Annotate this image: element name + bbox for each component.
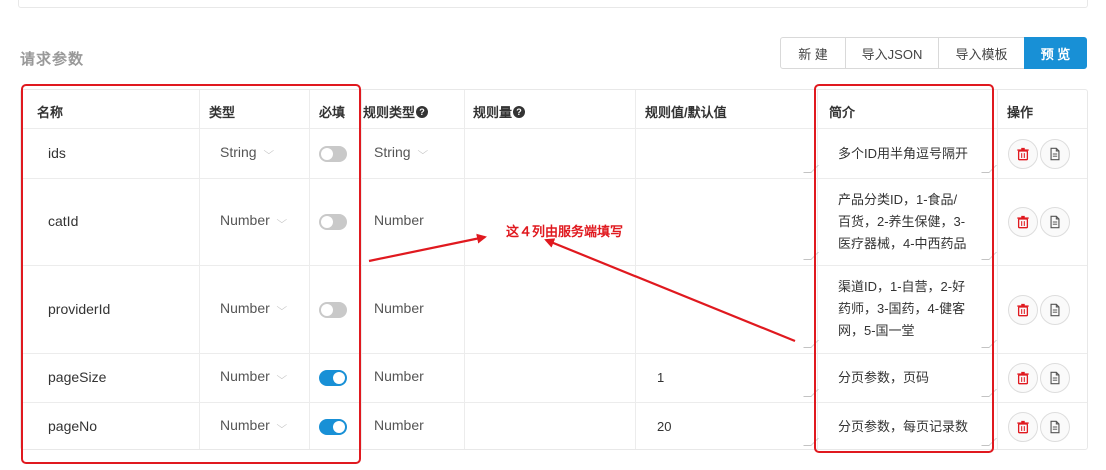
- type-select[interactable]: Number ⌵: [220, 212, 287, 228]
- section-title: 请求参数: [20, 51, 85, 68]
- type-select[interactable]: Number ⌵: [220, 417, 287, 433]
- desc-textarea[interactable]: 分页参数，页码: [838, 367, 994, 403]
- upper-panel-edge: [18, 0, 1088, 8]
- rule-type-value: Number: [374, 299, 424, 316]
- rule-amount-input[interactable]: [477, 407, 627, 447]
- required-toggle[interactable]: [319, 301, 347, 318]
- import-json-button[interactable]: 导入JSON: [845, 37, 939, 69]
- rule-value-input[interactable]: [657, 143, 817, 165]
- copy-button[interactable]: [1040, 363, 1070, 393]
- header-actions: 操作: [1007, 105, 1034, 120]
- header-required: 必填: [319, 105, 346, 120]
- new-button[interactable]: 新 建: [780, 37, 846, 69]
- import-template-button[interactable]: 导入模板: [938, 37, 1025, 69]
- rule-value-input[interactable]: [657, 299, 817, 321]
- trash-icon: [1016, 215, 1030, 229]
- rule-type-select[interactable]: Number: [374, 417, 424, 433]
- chevron-down-icon: ⌵: [276, 419, 287, 431]
- rule-amount-input[interactable]: [477, 270, 627, 349]
- trash-icon: [1016, 420, 1030, 434]
- trash-icon: [1016, 371, 1030, 385]
- question-circle-icon[interactable]: ?: [416, 105, 429, 118]
- trash-icon: [1016, 303, 1030, 317]
- required-toggle[interactable]: [319, 214, 347, 230]
- header-rule-amount: 规则量?: [473, 102, 526, 121]
- param-name: pageNo: [48, 418, 98, 434]
- trash-icon: [1016, 147, 1030, 161]
- required-toggle[interactable]: [319, 145, 347, 162]
- header-rule-value: 规则值/默认值: [645, 105, 727, 120]
- rule-type-value: Number: [374, 368, 424, 384]
- param-name: providerId: [48, 300, 111, 317]
- params-table: 名称 类型 必填 规则类型? 规则量? 规则值/默认值 简介 操作 ids Str…: [20, 89, 1088, 450]
- delete-button[interactable]: [1008, 207, 1038, 237]
- header-desc: 简介: [829, 105, 856, 120]
- delete-button[interactable]: [1008, 294, 1038, 325]
- desc-textarea[interactable]: 多个ID用半角逗号隔开: [838, 143, 994, 180]
- type-select[interactable]: String ⌵: [220, 143, 274, 160]
- header-rule-amount-label: 规则量: [473, 105, 513, 120]
- type-select-value: Number: [220, 368, 270, 384]
- type-select-value: Number: [220, 417, 270, 433]
- header-rule-type: 规则类型?: [363, 102, 429, 121]
- required-toggle[interactable]: [319, 419, 347, 435]
- rule-type-value: String: [374, 143, 411, 160]
- chevron-down-icon: ⌵: [276, 370, 287, 382]
- rule-type-value: Number: [374, 212, 424, 228]
- rule-amount-input[interactable]: [477, 358, 627, 398]
- type-select-value: Number: [220, 212, 270, 228]
- desc-textarea[interactable]: 渠道ID，1-自营，2-好 药师，3-国药，4-健客 网，5-国一堂: [838, 276, 994, 351]
- param-name: catId: [48, 213, 79, 229]
- document-icon: [1048, 147, 1062, 161]
- document-icon: [1048, 303, 1062, 317]
- type-select-value: String: [220, 143, 257, 160]
- delete-button[interactable]: [1008, 412, 1038, 442]
- param-name: ids: [48, 144, 66, 161]
- rule-type-value: Number: [374, 417, 424, 433]
- rule-type-select[interactable]: String ⌵: [374, 143, 428, 160]
- desc-textarea[interactable]: 分页参数，每页记录数: [838, 416, 994, 452]
- delete-button[interactable]: [1008, 363, 1038, 393]
- param-name: pageSize: [48, 369, 107, 385]
- document-icon: [1048, 420, 1062, 434]
- type-select-value: Number: [220, 299, 270, 316]
- chevron-down-icon: ⌵: [276, 302, 287, 313]
- chevron-down-icon: ⌵: [417, 146, 428, 157]
- copy-button[interactable]: [1040, 294, 1070, 325]
- header-name: 名称: [37, 105, 64, 120]
- copy-button[interactable]: [1040, 412, 1070, 442]
- document-icon: [1048, 371, 1062, 385]
- required-toggle[interactable]: [319, 370, 347, 386]
- type-select[interactable]: Number ⌵: [220, 299, 287, 316]
- chevron-down-icon: ⌵: [263, 146, 274, 157]
- chevron-down-icon: ⌵: [276, 214, 287, 226]
- rule-type-select[interactable]: Number: [374, 212, 424, 228]
- rule-value-input[interactable]: 1: [657, 367, 817, 389]
- annotation-text: 这４列由服务端填写: [506, 224, 624, 239]
- document-icon: [1048, 215, 1062, 229]
- copy-button[interactable]: [1040, 138, 1070, 169]
- rule-type-select[interactable]: Number: [374, 368, 424, 384]
- header-type: 类型: [209, 105, 236, 120]
- rule-amount-input[interactable]: [477, 133, 627, 174]
- copy-button[interactable]: [1040, 207, 1070, 237]
- preview-button[interactable]: 预 览: [1024, 37, 1087, 69]
- rule-value-input[interactable]: 20: [657, 416, 817, 438]
- delete-button[interactable]: [1008, 138, 1038, 169]
- desc-textarea[interactable]: 产品分类ID，1-食品/ 百货，2-养生保健，3- 医疗器械，4-中西药品: [838, 189, 994, 263]
- question-circle-icon[interactable]: ?: [513, 105, 526, 118]
- rule-value-input[interactable]: [657, 211, 817, 233]
- toolbar: 新 建 导入JSON 导入模板 预 览: [780, 37, 1087, 69]
- header-rule-type-label: 规则类型: [363, 105, 416, 120]
- type-select[interactable]: Number ⌵: [220, 368, 287, 384]
- rule-type-select[interactable]: Number: [374, 300, 424, 316]
